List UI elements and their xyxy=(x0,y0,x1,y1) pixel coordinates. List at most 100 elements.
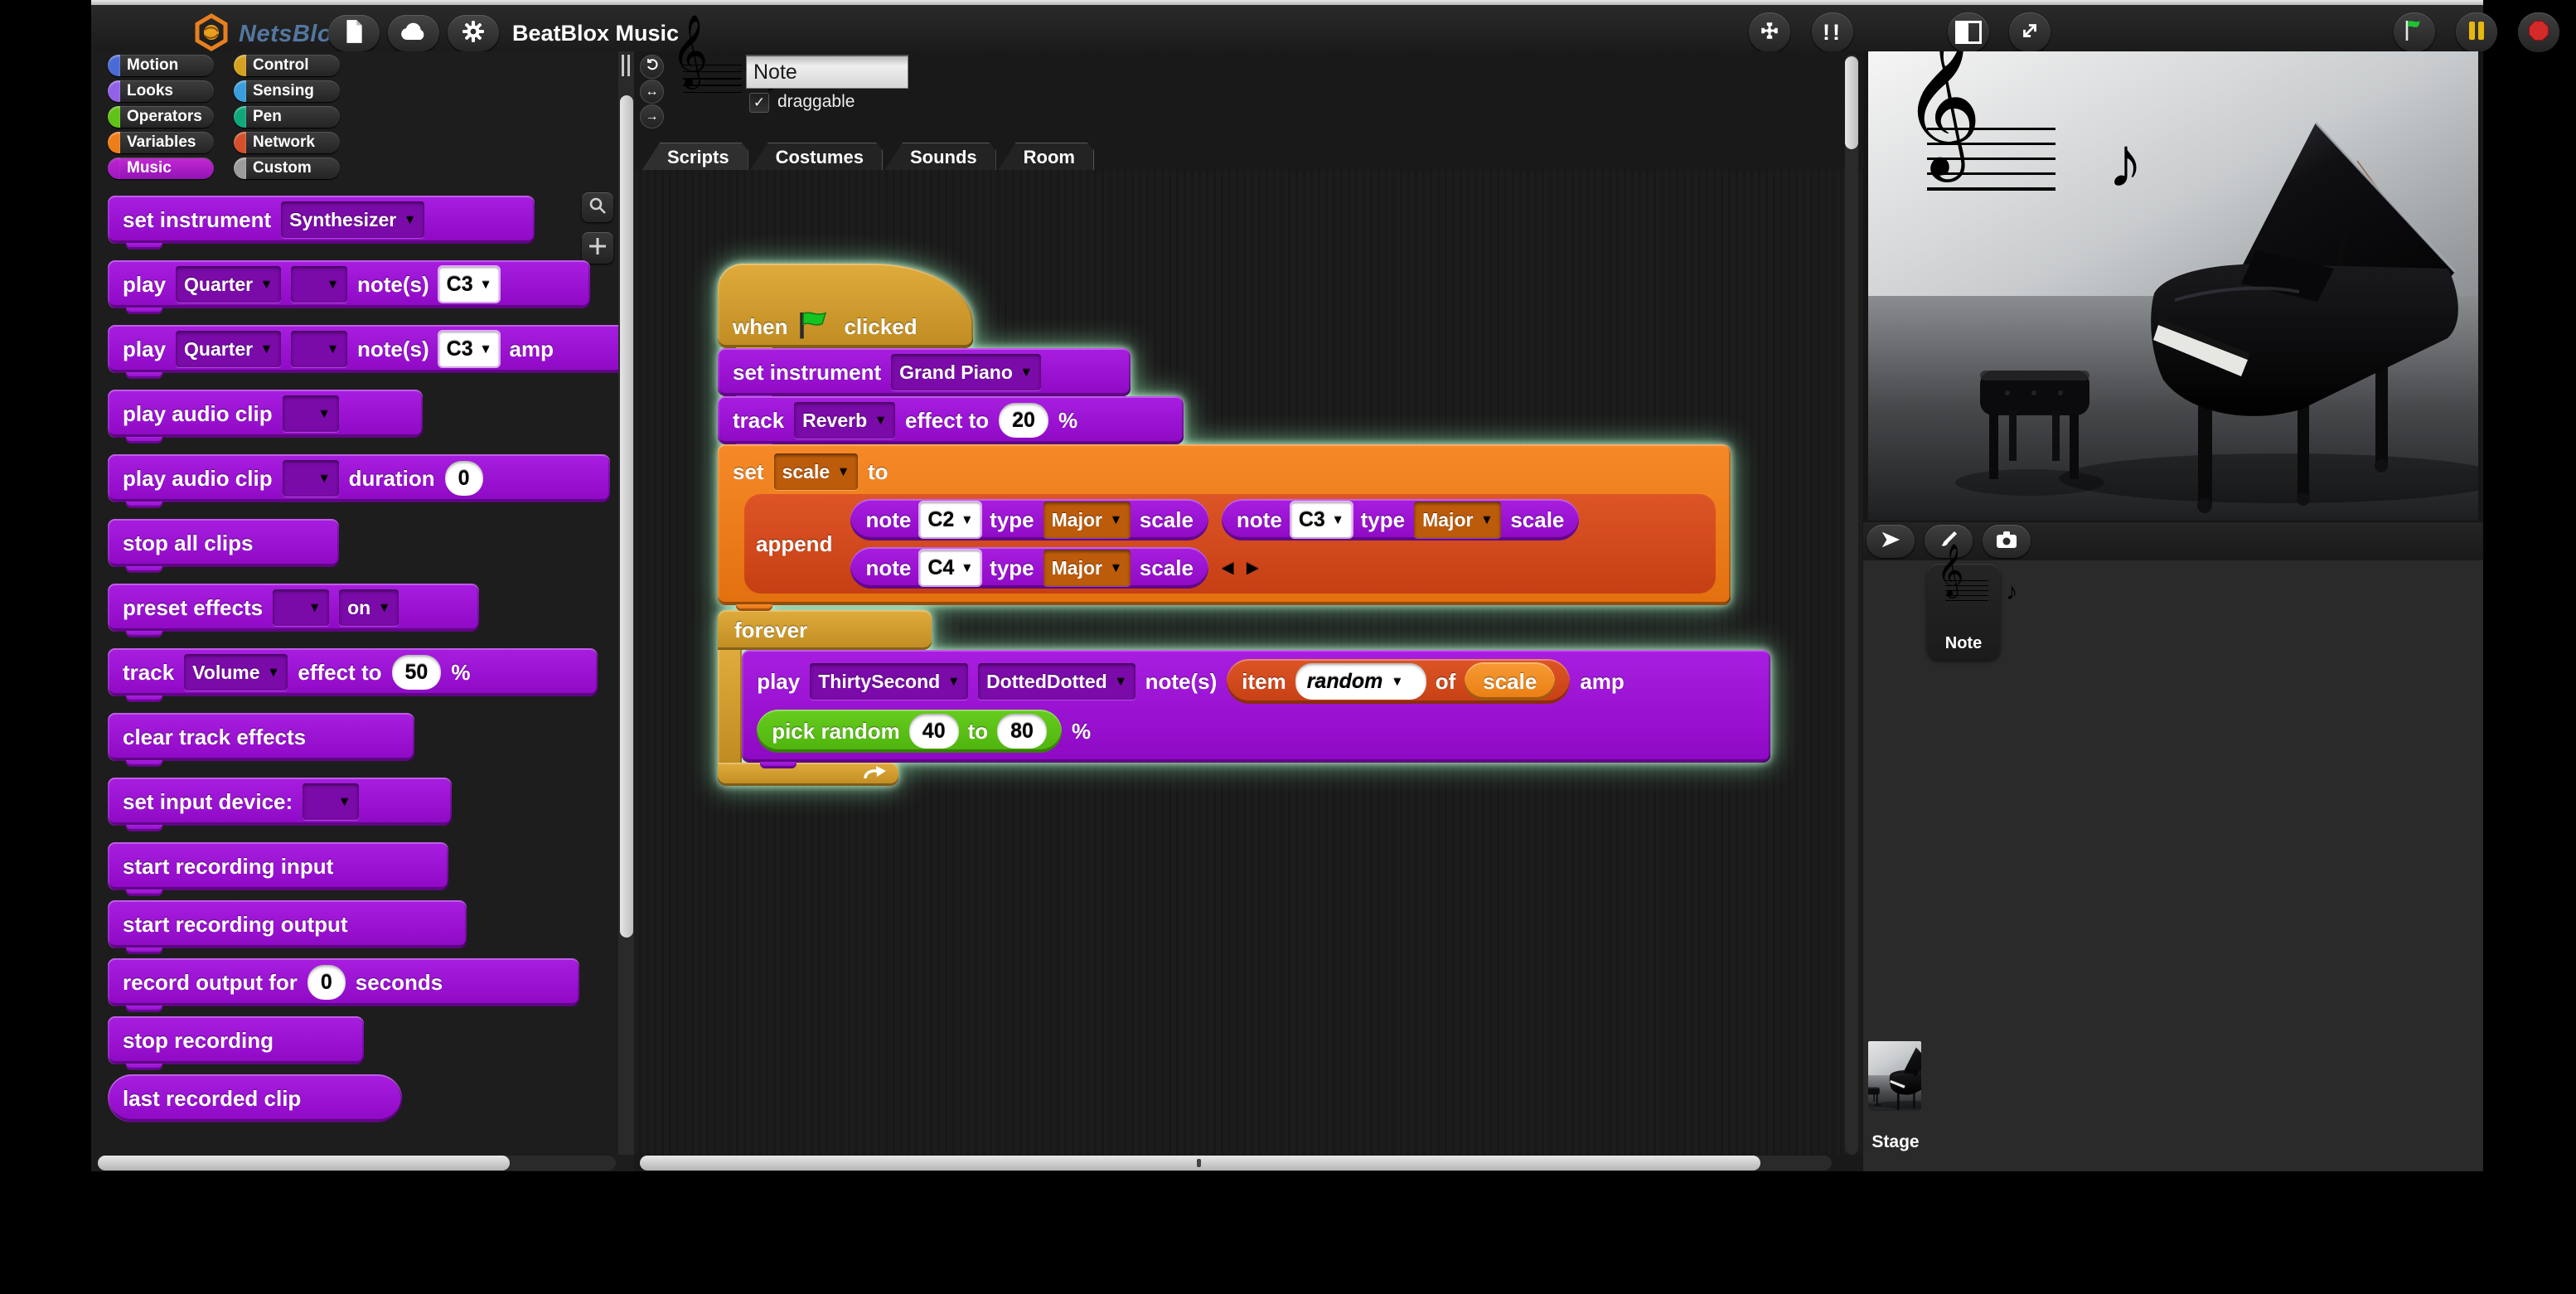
palette-block[interactable]: record output for0seconds xyxy=(108,958,579,1006)
dropdown[interactable]: scale▼ xyxy=(774,453,858,490)
dropdown[interactable]: Grand Piano▼ xyxy=(891,354,1041,390)
draggable-checkbox[interactable]: ✓ xyxy=(749,93,769,113)
palette-block[interactable]: playQuarter▼▼note(s)C3▼ xyxy=(108,260,590,308)
green-flag-button[interactable] xyxy=(2394,12,2435,52)
dropdown[interactable]: ▼ xyxy=(291,266,347,303)
note-dropdown[interactable]: C3▼ xyxy=(439,267,500,302)
append-list-block[interactable]: append noteC2▼typeMajor▼scalenoteC3▼type… xyxy=(744,494,1716,594)
dropdown[interactable]: on▼ xyxy=(339,589,399,626)
dropdown[interactable]: ▼ xyxy=(273,589,329,626)
track-effect-block[interactable]: trackReverb▼effect to20% xyxy=(718,396,1184,444)
number-input[interactable]: 0 xyxy=(445,461,483,496)
dont-rotate-button[interactable]: → xyxy=(640,104,664,128)
camera-sprite-button[interactable] xyxy=(1983,525,2031,558)
palette-block[interactable]: last recorded clip xyxy=(108,1074,402,1122)
value-dropdown[interactable]: random▼ xyxy=(1295,663,1426,700)
number-input[interactable]: 40 xyxy=(909,714,959,749)
sprite-tile-note[interactable]: 𝄞♪ Note xyxy=(1927,564,2000,660)
category-button-operators[interactable]: Operators xyxy=(108,106,214,128)
stop-button[interactable] xyxy=(2518,12,2559,52)
palette-block[interactable]: start recording input xyxy=(108,842,448,890)
palette-block[interactable]: play audio clip▼duration0 xyxy=(108,454,610,502)
category-button-pen[interactable]: Pen xyxy=(234,106,340,128)
category-button-custom[interactable]: Custom xyxy=(234,158,340,179)
tab-scripts[interactable]: Scripts xyxy=(642,143,748,171)
dropdown[interactable]: Quarter▼ xyxy=(176,266,281,303)
dropdown[interactable]: Reverb▼ xyxy=(794,402,895,439)
palette-block[interactable]: playQuarter▼▼note(s)C3▼amp xyxy=(108,325,634,373)
category-button-variables[interactable]: Variables xyxy=(108,132,214,153)
unused-blocks-button[interactable] xyxy=(1749,12,1790,52)
dropdown[interactable]: Major▼ xyxy=(1414,502,1501,538)
note-reporter[interactable]: noteC3▼typeMajor▼scale xyxy=(1222,499,1579,540)
dropdown[interactable]: ▼ xyxy=(283,460,339,497)
pane-splitter-handle[interactable] xyxy=(627,55,630,76)
set-instrument-block[interactable]: set instrumentGrand Piano▼ xyxy=(718,348,1131,396)
note-reporter[interactable]: noteC4▼typeMajor▼scale xyxy=(850,547,1208,589)
category-button-control[interactable]: Control xyxy=(234,55,340,76)
palette-block[interactable]: stop all clips xyxy=(108,519,339,567)
tab-sounds[interactable]: Sounds xyxy=(884,143,996,171)
note-dropdown[interactable]: C3▼ xyxy=(439,332,500,366)
note-sprite-on-stage[interactable]: 𝄞♪ xyxy=(1901,103,2067,240)
palette-block[interactable]: start recording output xyxy=(108,900,467,948)
stage[interactable]: 𝄞♪ xyxy=(1868,51,2478,521)
dropdown[interactable]: Synthesizer▼ xyxy=(281,201,424,238)
note-dropdown[interactable]: C4▼ xyxy=(920,550,981,585)
sprite-name-input[interactable] xyxy=(746,55,908,89)
add-sprite-button[interactable] xyxy=(1867,525,1915,558)
scripts-canvas[interactable]: whenclicked set instrumentGrand Piano▼ t… xyxy=(634,170,1863,1155)
item-of-reporter[interactable]: itemrandom▼ofscale xyxy=(1227,659,1570,704)
category-button-looks[interactable]: Looks xyxy=(108,80,214,102)
palette-block[interactable]: play audio clip▼ xyxy=(108,390,423,438)
expand-stage-button[interactable] xyxy=(2009,12,2051,52)
note-dropdown[interactable]: C2▼ xyxy=(920,502,981,537)
category-button-motion[interactable]: Motion xyxy=(108,55,214,76)
dropdown[interactable]: ▼ xyxy=(291,331,347,367)
stage-tile[interactable] xyxy=(1868,1041,1921,1111)
palette-block[interactable]: trackVolume▼effect to50% xyxy=(108,648,598,696)
play-notes-block[interactable]: playThirtySecond▼DottedDotted▼note(s)ite… xyxy=(742,650,1770,763)
cloud-menu-button[interactable] xyxy=(388,15,439,51)
pane-splitter-handle[interactable] xyxy=(622,55,624,76)
stage-layout-button[interactable] xyxy=(1948,12,1989,52)
forever-block[interactable]: forever playThirtySecond▼DottedDotted▼no… xyxy=(718,610,1770,786)
settings-menu-button[interactable] xyxy=(448,15,499,51)
dropdown[interactable]: DottedDotted▼ xyxy=(978,663,1135,700)
palette-block[interactable]: preset effects▼on▼ xyxy=(108,584,479,632)
number-input[interactable]: 20 xyxy=(999,403,1048,438)
palette-vertical-scrollbar-thumb[interactable] xyxy=(620,95,633,938)
tab-costumes[interactable]: Costumes xyxy=(750,143,883,171)
dropdown[interactable]: ▼ xyxy=(303,783,359,820)
palette-horizontal-scrollbar-thumb[interactable] xyxy=(98,1156,510,1170)
palette-block[interactable]: set input device:▼ xyxy=(108,778,452,826)
tab-room[interactable]: Room xyxy=(998,143,1094,171)
dropdown[interactable]: Quarter▼ xyxy=(176,331,281,367)
dropdown[interactable]: Volume▼ xyxy=(184,654,288,691)
rotate-left-right-button[interactable]: ↔ xyxy=(640,80,664,104)
number-input[interactable]: 50 xyxy=(392,655,442,690)
pick-random-reporter[interactable]: pick random40to80 xyxy=(757,710,1062,753)
note-reporter[interactable]: noteC2▼typeMajor▼scale xyxy=(850,499,1208,540)
palette-block[interactable]: clear track effects xyxy=(108,713,414,761)
scripts-vertical-scrollbar[interactable] xyxy=(1845,55,1858,1155)
dropdown[interactable]: ThirtySecond▼ xyxy=(810,663,968,700)
palette-block[interactable]: stop recording xyxy=(108,1016,364,1064)
project-menu-button[interactable] xyxy=(328,15,380,51)
category-button-network[interactable]: Network xyxy=(234,132,340,153)
variadic-arrows[interactable]: ◀ ▶ xyxy=(1222,559,1579,578)
dropdown[interactable]: Major▼ xyxy=(1043,502,1131,538)
dropdown[interactable]: Major▼ xyxy=(1043,550,1131,586)
dropdown[interactable]: ▼ xyxy=(283,395,339,432)
palette-block[interactable]: set instrumentSynthesizer▼ xyxy=(108,196,535,244)
scripts-vertical-scrollbar-thumb[interactable] xyxy=(1845,56,1858,149)
when-flag-clicked-hat-block[interactable]: whenclicked xyxy=(718,264,973,348)
rotate-freely-button[interactable] xyxy=(640,55,664,79)
number-input[interactable]: 0 xyxy=(307,965,346,1000)
pause-button[interactable] xyxy=(2456,12,2497,52)
set-variable-block[interactable]: setscale▼to append noteC2▼typeMajor▼scal… xyxy=(718,444,1731,605)
category-button-sensing[interactable]: Sensing xyxy=(234,80,340,102)
number-input[interactable]: 80 xyxy=(997,714,1047,749)
note-dropdown[interactable]: C3▼ xyxy=(1291,502,1352,537)
alerts-button[interactable]: !! xyxy=(1812,12,1853,52)
